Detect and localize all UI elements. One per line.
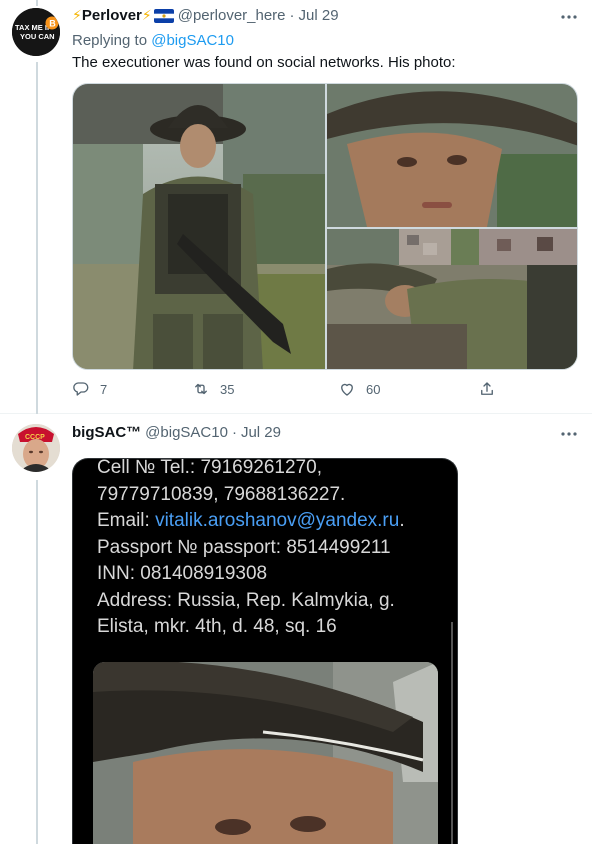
avatar-image: TAX ME IF YOU CAN B — [12, 8, 60, 56]
more-options-button[interactable] — [558, 6, 580, 28]
tweet-media-grid[interactable] — [72, 83, 578, 370]
avatar-text-bottom: YOU CAN — [20, 32, 55, 41]
email-label: Email: — [97, 510, 156, 531]
reply-count: 7 — [100, 381, 108, 397]
email-end: . — [399, 510, 405, 531]
dossier-line-phone: Cell № Tel.: 79169261270, — [97, 458, 322, 478]
share-button[interactable] — [478, 380, 496, 398]
avatar[interactable]: TAX ME IF YOU CAN B — [12, 8, 60, 56]
dossier-text: Cell № Tel.: 79169261270, 79779710839, 7… — [97, 459, 437, 641]
retweet-icon — [195, 383, 207, 395]
more-dots-icon — [561, 15, 577, 19]
tweet-actions: 7 35 60 — [72, 380, 502, 402]
heart-icon — [341, 383, 353, 396]
dossier-line-inn: INN: 081408919308 — [97, 563, 268, 584]
dossier-line-passport: Passport № passport: 8514499211 — [97, 536, 391, 558]
user-handle[interactable]: @perlover_here — [178, 7, 286, 24]
tweet-perlover[interactable]: TAX ME IF YOU CAN B ⚡ Perlover ⚡ @perlov… — [0, 0, 592, 414]
tweet-date[interactable]: Jul 29 — [241, 424, 281, 441]
tweet-media-screenshot[interactable]: Cell № Tel.: 79169261270, 79779710839, 7… — [72, 458, 458, 844]
photo-face-closeup[interactable] — [327, 84, 577, 227]
thread-line-bottom — [36, 480, 38, 844]
email-link[interactable]: vitalik.aroshanov@yandex.ru — [155, 510, 399, 531]
lightning-emoji-icon: ⚡ — [141, 7, 152, 23]
separator-dot: · — [289, 7, 295, 24]
like-count: 60 — [366, 381, 381, 397]
dossier-line-phone-2: 79779710839, 79688136227. — [97, 483, 346, 505]
thread-line-top — [36, 0, 38, 6]
dossier-line-address-2: Elista, mkr. 4th, d. 48, sq. 16 — [97, 616, 337, 637]
dossier-line-address: Address: Russia, Rep. Kalmykia, g. — [97, 589, 395, 611]
dossier-line-email: Email: vitalik.aroshanov@yandex.ru. — [97, 508, 437, 535]
replying-to: Replying to @bigSAC10 — [72, 32, 234, 49]
display-name[interactable]: bigSAC™ — [72, 424, 141, 441]
user-handle[interactable]: @bigSAC10 — [145, 424, 228, 441]
like-button[interactable]: 60 — [338, 380, 380, 398]
thread-line — [36, 62, 38, 414]
reply-icon — [73, 382, 89, 396]
lightning-emoji-icon: ⚡ — [72, 7, 82, 23]
display-name[interactable]: Perlover — [82, 7, 142, 24]
tweet-date[interactable]: Jul 29 — [299, 7, 339, 24]
more-dots-icon — [561, 432, 577, 436]
scrollbar[interactable] — [451, 622, 453, 844]
tweet-header: ⚡ Perlover ⚡ @perlover_here · Jul 29 — [72, 7, 339, 24]
retweet-count: 35 — [220, 381, 235, 397]
replying-to-label: Replying to — [72, 32, 152, 49]
more-options-button[interactable] — [558, 423, 580, 445]
photo-soldier-standing[interactable] — [73, 84, 325, 369]
el-salvador-flag-icon — [153, 8, 174, 23]
replying-to-link[interactable]: @bigSAC10 — [151, 32, 234, 49]
tweet-header: bigSAC™ @bigSAC10 · Jul 29 — [72, 424, 281, 441]
reply-button[interactable]: 7 — [72, 380, 107, 398]
tweet-text: The executioner was found on social netw… — [72, 54, 456, 71]
photo-face-closeup[interactable] — [93, 662, 438, 844]
share-icon — [481, 382, 493, 395]
photo-collage[interactable] — [327, 229, 577, 369]
retweet-button[interactable]: 35 — [192, 380, 234, 398]
bitcoin-badge-icon: B — [49, 19, 56, 29]
avatar-image: СССР — [12, 424, 60, 472]
separator-dot: · — [231, 424, 237, 441]
avatar[interactable]: СССР — [12, 424, 60, 472]
